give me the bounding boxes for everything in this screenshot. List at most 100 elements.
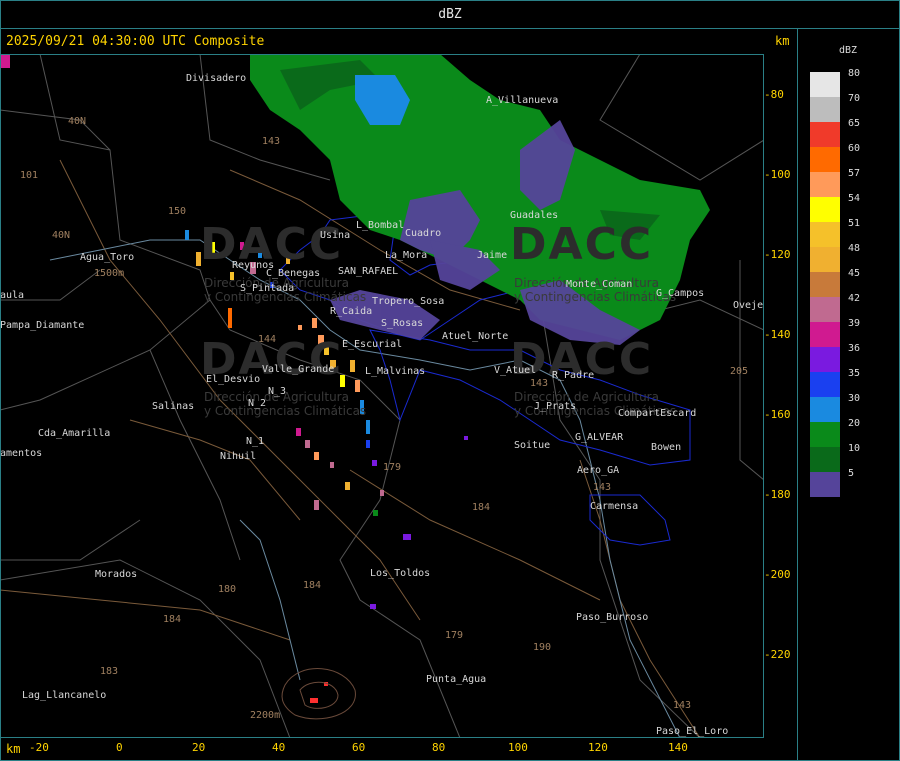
place-label: Cuadro — [405, 228, 442, 239]
legend-label: 80 — [848, 68, 861, 79]
route-number: 40N — [68, 116, 87, 127]
legend-swatch — [810, 147, 840, 172]
route-number: 180 — [218, 584, 237, 595]
legend-swatch — [810, 247, 840, 272]
legend-swatch — [810, 72, 840, 97]
legend-swatch — [810, 97, 840, 122]
place-label: SAN_RAFAEL — [338, 266, 399, 277]
route-number: 184 — [163, 614, 182, 625]
route-number: 143 — [593, 482, 612, 493]
place-label: N_1 — [246, 436, 265, 447]
legend-label: 45 — [848, 268, 861, 279]
place-label: S_Rosas — [381, 318, 424, 329]
legend-label: 5 — [848, 468, 855, 479]
place-label: Salinas — [152, 401, 195, 412]
place-label: A_Villanueva — [486, 95, 559, 106]
legend-label: 48 — [848, 243, 861, 254]
legend-label: 65 — [848, 118, 861, 129]
legend-label: 42 — [848, 293, 861, 304]
route-number: 184 — [472, 502, 491, 513]
x-tick-label: -20 — [29, 741, 49, 754]
legend-swatch — [810, 172, 840, 197]
y-tick-label: -220 — [764, 648, 791, 661]
place-label: Pampa_Diamante — [0, 320, 85, 331]
route-number: 179 — [445, 630, 464, 641]
legend-swatch — [810, 347, 840, 372]
place-label: N_3 — [268, 386, 287, 397]
route-number: 183 — [100, 666, 119, 677]
legend-swatch — [810, 122, 840, 147]
place-label: Nihuil — [220, 451, 257, 462]
legend-swatch — [810, 372, 840, 397]
legend-swatch — [810, 197, 840, 222]
product-title: dBZ — [438, 7, 462, 22]
legend-label: 30 — [848, 393, 861, 404]
route-number: 40N — [52, 230, 71, 241]
place-label: Jaime — [477, 250, 508, 261]
y-tick-label: -100 — [764, 168, 791, 181]
place-label: Monte_Coman — [566, 279, 633, 290]
legend-label: 20 — [848, 418, 861, 429]
y-tick-label: -160 — [764, 408, 791, 421]
x-tick-label: 100 — [508, 741, 528, 754]
place-label: J_Prats — [534, 401, 577, 412]
legend-swatch — [810, 447, 840, 472]
legend-swatch — [810, 397, 840, 422]
x-tick-label: 40 — [272, 741, 286, 754]
place-label: La_Mora — [385, 250, 428, 261]
place-label: Valle_Grande — [262, 364, 335, 375]
place-label: Punta_Agua — [426, 674, 487, 685]
x-tick-label: 20 — [192, 741, 206, 754]
route-number: 101 — [20, 170, 39, 181]
place-label: Aero_GA — [577, 465, 620, 476]
place-label: Atuel_Norte — [442, 331, 509, 342]
place-label: L_Malvinas — [365, 366, 426, 377]
x-tick-label: 0 — [116, 741, 123, 754]
x-tick-label: 80 — [432, 741, 446, 754]
place-label: CompartEscard — [618, 408, 697, 419]
route-number: 143 — [530, 378, 549, 389]
legend-label: 70 — [848, 93, 861, 104]
y-tick-label: -180 — [764, 488, 791, 501]
y-tick-label: -140 — [764, 328, 791, 341]
place-label: Cda_Amarilla — [38, 428, 111, 439]
place-label: Morados — [95, 569, 138, 580]
legend-label: 35 — [848, 368, 861, 379]
place-label: S_Pintada — [240, 283, 295, 294]
legend-swatch — [810, 322, 840, 347]
watermark-sub-2b: y Contingencias Climáticas — [514, 290, 677, 304]
place-label: Guadales — [510, 210, 559, 221]
place-label: Divisadero — [186, 73, 247, 84]
legend-label: 57 — [848, 168, 861, 179]
legend-swatch — [810, 272, 840, 297]
legend-label: 10 — [848, 443, 861, 454]
legend-label: 39 — [848, 318, 861, 329]
route-number: 144 — [258, 334, 277, 345]
place-label: amentos — [0, 448, 43, 459]
radar-map[interactable]: DACC DACC DACC DACC Dirección de Agricul… — [0, 54, 764, 738]
place-label: Tropero_Sosa — [372, 296, 445, 307]
place-label: V_Atuel — [494, 365, 537, 376]
place-label: Soitue — [514, 440, 551, 451]
legend-swatch — [810, 297, 840, 322]
place-label: R_Padre — [552, 370, 595, 381]
legend-swatch — [810, 422, 840, 447]
place-label: Bowen — [651, 442, 682, 453]
title-bar: dBZ — [0, 0, 900, 29]
legend-label: 60 — [848, 143, 861, 154]
place-label: E_Escurial — [342, 339, 403, 350]
x-tick-label: 120 — [588, 741, 608, 754]
y-tick-label: -200 — [764, 568, 791, 581]
watermark-text-2: DACC — [510, 219, 654, 270]
place-label: El_Desvio — [206, 374, 261, 385]
legend-divider — [797, 28, 798, 761]
route-number: 205 — [730, 366, 749, 377]
x-tick-label: 140 — [668, 741, 688, 754]
route-number: 150 — [168, 206, 187, 217]
place-label: C_Benegas — [266, 268, 321, 279]
route-number: 190 — [533, 642, 552, 653]
place-label: aula — [0, 290, 25, 301]
legend-label: 36 — [848, 343, 861, 354]
place-label: Paso_El_Loro — [656, 726, 729, 737]
place-label: G_Campos — [656, 288, 705, 299]
